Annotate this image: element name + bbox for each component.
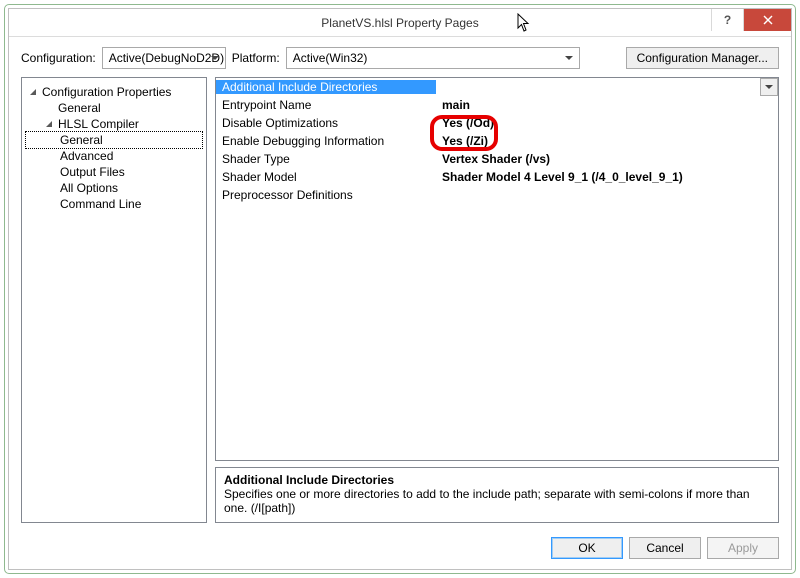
platform-dropdown[interactable]: Active(Win32) [286,47,580,69]
grid-label: Preprocessor Definitions [216,188,436,202]
close-icon [763,15,773,25]
ok-button[interactable]: OK [551,537,623,559]
grid-label: Enable Debugging Information [216,134,436,148]
grid-row[interactable]: Preprocessor Definitions [216,186,778,204]
expander-open-icon[interactable] [28,87,38,97]
grid-row[interactable]: Shader Model Shader Model 4 Level 9_1 (/… [216,168,778,186]
grid-value[interactable]: Yes (/Od) [436,116,778,130]
grid-row[interactable]: Enable Debugging Information Yes (/Zi) [216,132,778,150]
tree-item-hlsl-advanced[interactable]: Advanced [26,148,202,164]
window-title: PlanetVS.hlsl Property Pages [321,16,478,30]
grid-row[interactable]: Additional Include Directories [216,78,778,96]
property-grid[interactable]: Additional Include Directories Entrypoin… [215,77,779,461]
grid-value[interactable]: Yes (/Zi) [436,134,778,148]
nav-tree[interactable]: Configuration Properties General HLSL Co… [21,77,207,523]
tree-item-hlsl-all-options[interactable]: All Options [26,180,202,196]
grid-row[interactable]: Shader Type Vertex Shader (/vs) [216,150,778,168]
grid-row[interactable]: Disable Optimizations Yes (/Od) [216,114,778,132]
grid-label: Shader Type [216,152,436,166]
titlebar: PlanetVS.hlsl Property Pages ? [9,9,791,37]
tree-item-hlsl-output-files[interactable]: Output Files [26,164,202,180]
tree-item-hlsl-compiler[interactable]: HLSL Compiler [26,116,202,132]
dialog-buttons: OK Cancel Apply [9,531,791,569]
expander-open-icon[interactable] [44,119,54,129]
tree-item-hlsl-general[interactable]: General [26,132,202,148]
grid-dropdown-button[interactable] [760,78,778,96]
close-button[interactable] [743,9,791,31]
grid-value[interactable]: main [436,98,778,112]
tree-item-hlsl-command-line[interactable]: Command Line [26,196,202,212]
config-bar: Configuration: Active(DebugNoD2D) Platfo… [9,37,791,77]
cursor-icon [517,13,531,33]
apply-button: Apply [707,537,779,559]
grid-label: Disable Optimizations [216,116,436,130]
grid-label: Shader Model [216,170,436,184]
property-pages-dialog: PlanetVS.hlsl Property Pages ? Configura… [8,8,792,570]
configuration-dropdown[interactable]: Active(DebugNoD2D) [102,47,226,69]
tree-item-general[interactable]: General [26,100,202,116]
description-title: Additional Include Directories [224,473,770,487]
configuration-label: Configuration: [21,51,96,65]
description-panel: Additional Include Directories Specifies… [215,467,779,523]
help-button[interactable]: ? [711,9,743,31]
cancel-button[interactable]: Cancel [629,537,701,559]
platform-label: Platform: [232,51,280,65]
grid-row[interactable]: Entrypoint Name main [216,96,778,114]
description-text: Specifies one or more directories to add… [224,487,770,515]
grid-label: Entrypoint Name [216,98,436,112]
configuration-manager-button[interactable]: Configuration Manager... [626,47,779,69]
grid-value[interactable]: Vertex Shader (/vs) [436,152,778,166]
grid-value[interactable]: Shader Model 4 Level 9_1 (/4_0_level_9_1… [436,170,778,184]
grid-label: Additional Include Directories [216,80,436,94]
tree-root[interactable]: Configuration Properties [26,84,202,100]
